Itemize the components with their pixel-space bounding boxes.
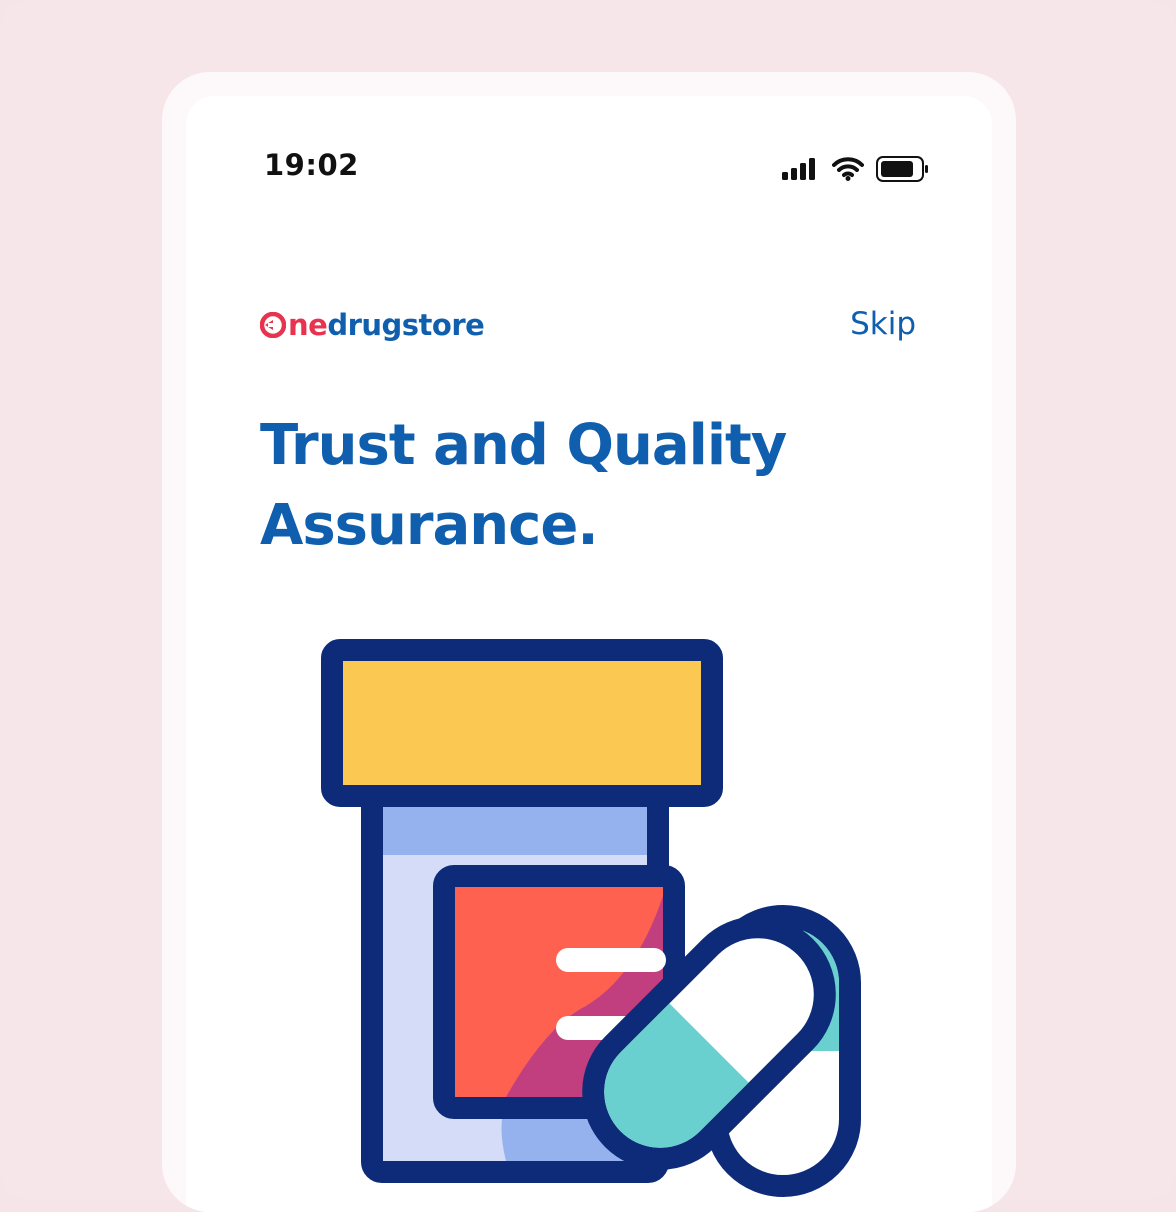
phone-frame: 19:02 ne drugstore Skip Trust and Qualit… [162,72,1016,1212]
onboarding-screen: 19:02 ne drugstore Skip Trust and Qualit… [186,96,992,1212]
medicine-illustration [321,639,861,1197]
